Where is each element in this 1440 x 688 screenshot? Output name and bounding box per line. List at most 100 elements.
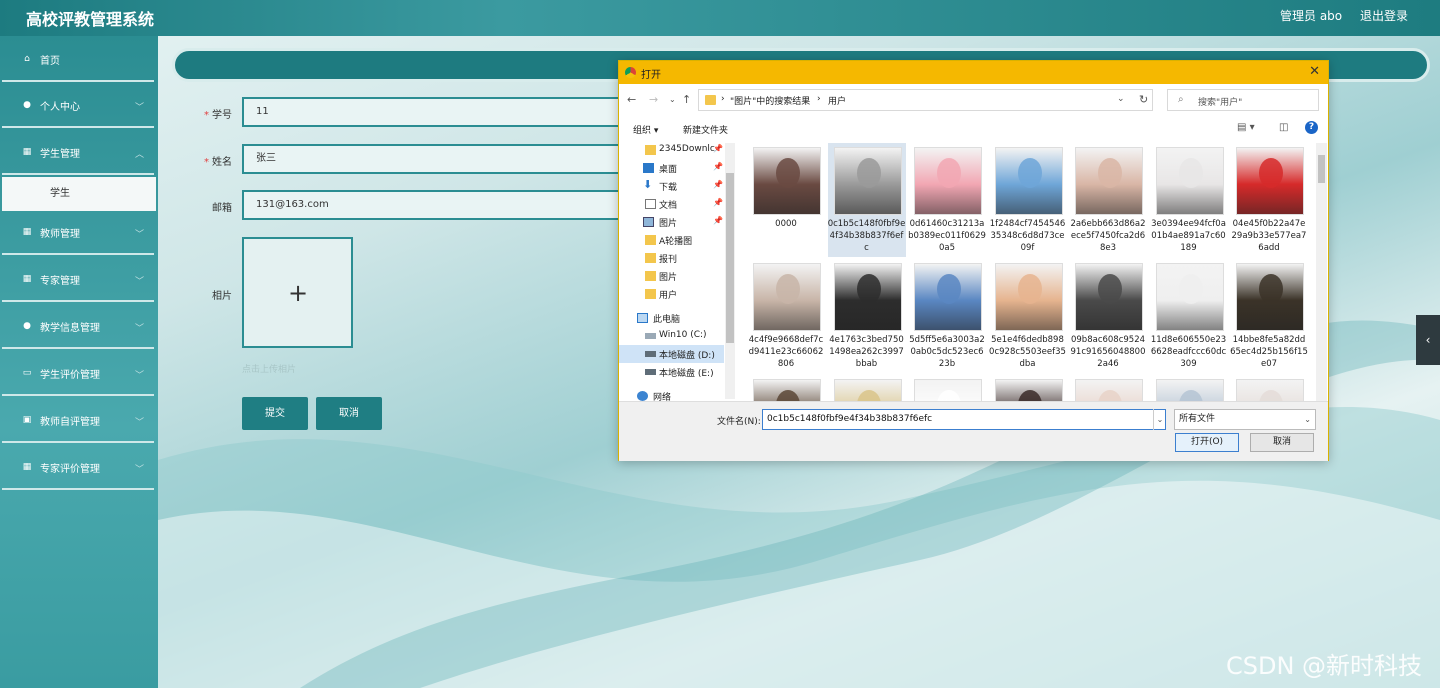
file-tile[interactable]: 04e45f0b22a47e29a9b33e577ea76add: [1230, 143, 1308, 257]
help-icon[interactable]: ?: [1305, 121, 1318, 134]
tree-item-label: 本地磁盘 (E:): [659, 369, 714, 379]
open-button[interactable]: 打开(O): [1175, 433, 1239, 452]
file-tile[interactable]: 1f2484cf745454635348c6d8d73ce09f: [989, 143, 1067, 257]
file-tile[interactable]: 2a6ebb663d86a2ece5f7450fca2d68e3: [1069, 143, 1147, 257]
view-options-icon[interactable]: ▤ ▾: [1237, 122, 1255, 133]
file-tile[interactable]: [1069, 375, 1147, 401]
tree-item[interactable]: ⬇ 下载 📌: [619, 177, 724, 195]
tree-item[interactable]: 文档 📌: [619, 195, 724, 213]
recent-dropdown-icon[interactable]: ⌄: [669, 95, 676, 104]
thumbnail-subject: [1017, 390, 1042, 401]
thumbnail-subject: [1259, 158, 1283, 188]
image-thumbnail: [753, 379, 821, 401]
collapse-panel-button[interactable]: ‹: [1416, 315, 1440, 365]
submit-button[interactable]: 提交: [242, 397, 308, 430]
back-arrow-icon[interactable]: ←: [627, 93, 636, 106]
tree-item[interactable]: 2345Downlc 📌: [619, 141, 724, 159]
sidebar-subitem-student[interactable]: 学生: [2, 177, 156, 211]
sidebar-item-experts[interactable]: ▦ 专家管理 ﹀: [2, 258, 154, 302]
file-tile[interactable]: [908, 375, 986, 401]
chevron-down-icon[interactable]: ⌄: [1153, 409, 1166, 430]
tree-item[interactable]: 此电脑: [619, 309, 724, 327]
sidebar-item-teachers[interactable]: ▦ 教师管理 ﹀: [2, 211, 154, 255]
user-label: 管理员 abo: [1280, 9, 1343, 23]
document-icon: [645, 199, 656, 209]
file-tile[interactable]: 4c4f9e9668def7cd9411e23c66062806: [747, 259, 825, 373]
file-tile[interactable]: [747, 375, 825, 401]
address-bar[interactable]: › "图片"中的搜索结果 › 用户 ⌄ ↻: [698, 89, 1153, 111]
file-tile[interactable]: 5e1e4f6dedb8980c928c5503eef35dba: [989, 259, 1067, 373]
chevron-down-icon: ﹀: [134, 418, 144, 428]
file-grid-scrollbar[interactable]: [1316, 143, 1327, 401]
tree-item[interactable]: 本地磁盘 (E:): [619, 363, 724, 381]
tree-item[interactable]: Win10 (C:): [619, 327, 724, 345]
image-thumbnail: [1155, 379, 1224, 401]
tree-item[interactable]: 图片 📌: [619, 213, 724, 231]
tree-item[interactable]: 用户: [619, 285, 724, 303]
file-tile[interactable]: 0000: [747, 143, 825, 257]
required-mark: *: [204, 157, 209, 168]
image-thumbnail: [994, 379, 1063, 401]
sidebar-item-students[interactable]: ▦ 学生管理 ︿: [2, 131, 154, 175]
tree-item[interactable]: 报刊: [619, 249, 724, 267]
file-tile[interactable]: 14bbe8fe5a82dd65ec4d25b156f15e07: [1230, 259, 1308, 373]
cancel-button[interactable]: 取消: [316, 397, 382, 430]
organize-menu[interactable]: 组织 ▾: [633, 123, 658, 136]
file-tile[interactable]: 0c1b5c148f0fbf9e4f34b38b837f6efc: [827, 143, 906, 257]
grid-icon: ▦: [22, 227, 32, 237]
sidebar-item-profile[interactable]: ● 个人中心 ﹀: [2, 84, 154, 128]
forward-arrow-icon[interactable]: →: [649, 93, 658, 106]
email-input[interactable]: 131@163.com: [242, 190, 632, 220]
student-id-input[interactable]: 11: [242, 97, 632, 127]
tree-item[interactable]: 桌面 📌: [619, 159, 724, 177]
image-thumbnail: [1075, 147, 1143, 215]
photo-upload[interactable]: +: [242, 237, 353, 348]
tree-item[interactable]: A轮播图: [619, 231, 724, 249]
upload-hint: 点击上传相片: [242, 365, 297, 375]
image-thumbnail: [914, 147, 982, 215]
breadcrumb-search-results[interactable]: "图片"中的搜索结果: [730, 94, 810, 107]
sidebar-item-label: 学生管理: [40, 148, 80, 160]
file-tile[interactable]: 4e1763c3bed7501498ea262c3997bbab: [828, 259, 906, 373]
dialog-cancel-button[interactable]: 取消: [1250, 433, 1314, 452]
thumbnail-subject: [1178, 274, 1203, 304]
sidebar-item-teaching-info[interactable]: ● 教学信息管理 ﹀: [2, 305, 154, 349]
tree-item-label: Win10 (C:): [659, 330, 707, 340]
close-icon[interactable]: ✕: [1309, 64, 1320, 79]
image-thumbnail: [1236, 147, 1304, 215]
sidebar-item-teacher-self-eval[interactable]: ▣ 教师自评管理 ﹀: [2, 399, 154, 443]
up-arrow-icon[interactable]: ↑: [682, 93, 691, 106]
filename-input[interactable]: 0c1b5c148f0fbf9e4f34b38b837f6efc: [762, 409, 1166, 430]
sidebar-item-student-eval[interactable]: ▭ 学生评价管理 ﹀: [2, 352, 154, 396]
folder-icon: [645, 271, 656, 281]
file-tile[interactable]: 3e0394ee94fcf0a01b4ae891a7c60189: [1150, 143, 1228, 257]
name-input[interactable]: 张三: [242, 144, 632, 174]
search-box[interactable]: ⌕ 搜索"用户": [1167, 89, 1319, 111]
filename-label: 文件名(N):: [717, 417, 761, 427]
file-tile[interactable]: [828, 375, 906, 401]
tree-scrollbar[interactable]: [725, 143, 735, 399]
file-tile[interactable]: 0d61460c31213ab0389ec011f06290a5: [908, 143, 986, 257]
picture-icon: [643, 217, 654, 227]
file-tile[interactable]: [989, 375, 1067, 401]
chevron-down-icon[interactable]: ⌄: [1117, 94, 1125, 104]
filetype-select[interactable]: 所有文件 ⌄: [1174, 409, 1316, 430]
file-tile[interactable]: [1230, 375, 1308, 401]
refresh-icon[interactable]: ↻: [1139, 93, 1148, 106]
image-thumbnail: [1075, 379, 1143, 401]
sidebar-item-home[interactable]: ⌂ 首页: [2, 38, 154, 82]
file-tile[interactable]: 11d8e606550e236628eadfccc60dc309: [1150, 259, 1228, 373]
new-folder-button[interactable]: 新建文件夹: [683, 123, 728, 136]
preview-pane-icon[interactable]: ◫: [1279, 122, 1288, 133]
file-tile[interactable]: [1150, 375, 1228, 401]
sidebar-item-expert-eval[interactable]: ▦ 专家评价管理 ﹀: [2, 446, 154, 490]
tree-item[interactable]: 图片: [619, 267, 724, 285]
file-tile[interactable]: 5d5ff5e6a3003a20ab0c5dc523ec623b: [908, 259, 986, 373]
logout-link[interactable]: 退出登录: [1360, 7, 1408, 24]
scrollbar-thumb[interactable]: [1318, 155, 1325, 183]
scrollbar-thumb[interactable]: [726, 173, 734, 343]
file-tile[interactable]: 09b8ac608c952491c916560488002a46: [1069, 259, 1147, 373]
image-thumbnail: [833, 379, 902, 401]
tree-item[interactable]: 本地磁盘 (D:): [619, 345, 724, 363]
breadcrumb-users[interactable]: 用户: [828, 94, 846, 107]
